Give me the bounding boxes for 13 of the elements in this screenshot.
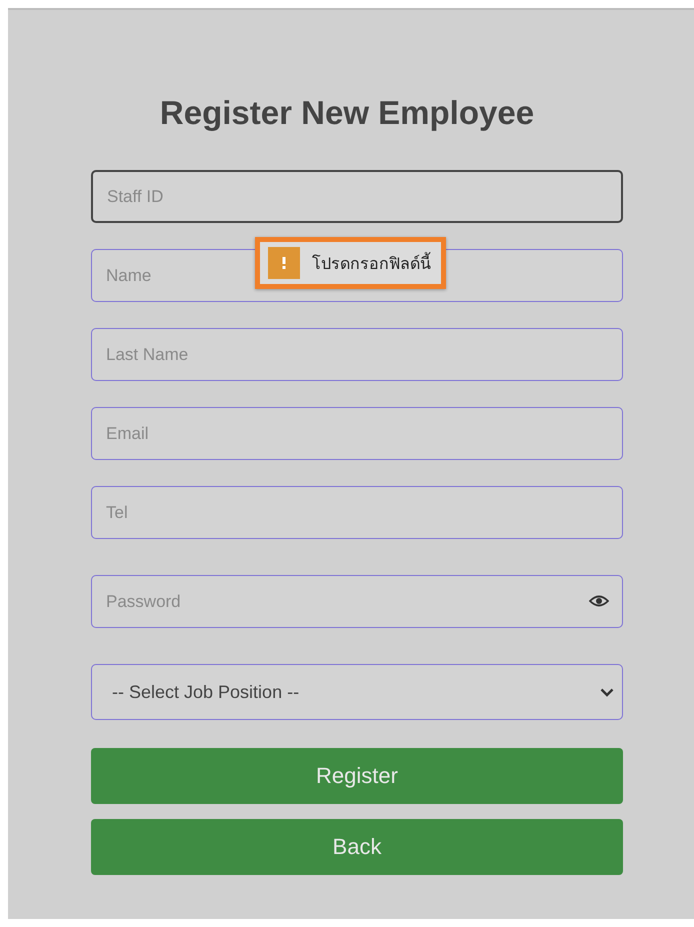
text-input-field[interactable]: Tel xyxy=(91,486,623,539)
text-input-field[interactable]: Email xyxy=(91,407,623,460)
text-input-field[interactable]: Last Name xyxy=(91,328,623,381)
eye-icon[interactable] xyxy=(589,595,609,607)
form-title: Register New Employee xyxy=(158,94,536,132)
warning-icon xyxy=(268,247,300,279)
password-input-field[interactable]: Password xyxy=(91,575,623,628)
back-button[interactable]: Back xyxy=(91,819,623,875)
register-button[interactable]: Register xyxy=(91,748,623,804)
text-input-field[interactable]: Staff ID xyxy=(91,170,623,223)
tooltip-message: โปรดกรอกฟิลด์นี้ xyxy=(312,250,431,276)
job-position-select[interactable]: -- Select Job Position -- xyxy=(91,664,623,720)
chevron-down-icon xyxy=(600,688,614,696)
